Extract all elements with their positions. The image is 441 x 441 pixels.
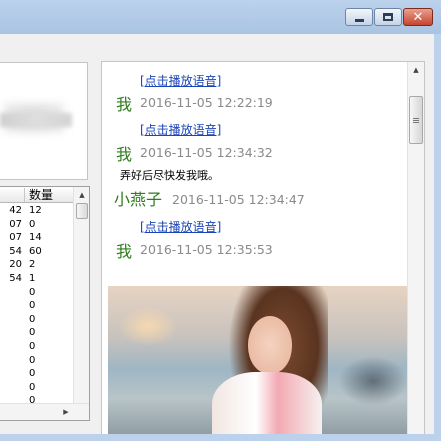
table-cell-quantity: 0 <box>29 218 36 230</box>
table-cell-quantity: 0 <box>29 327 36 339</box>
table-row[interactable]: 42 12 <box>0 204 73 218</box>
table-row[interactable]: 0 <box>0 340 73 354</box>
table-cell: 20 <box>9 259 22 271</box>
table-cell-quantity: 60 <box>29 245 42 257</box>
play-voice-link[interactable]: [点击播放语音] <box>140 121 221 138</box>
contact-profile-panel <box>0 62 88 180</box>
close-icon: ✕ <box>412 9 424 25</box>
photo-subject-body <box>212 372 322 436</box>
title-bar: ✕ <box>0 0 441 34</box>
data-grid[interactable]: 数量 42 12 07 0 07 14 54 60 20 2 54 1 0 0 0 0 0 0 0 0 0 ▲ ▶ <box>0 186 90 421</box>
table-cell-quantity: 12 <box>29 205 42 216</box>
message-photo[interactable] <box>108 286 408 436</box>
grip-icon <box>413 118 419 119</box>
table-row[interactable]: 0 <box>0 367 73 381</box>
blurred-text <box>0 113 72 127</box>
table-cell: 54 <box>9 245 22 257</box>
table-row[interactable]: 0 <box>0 286 73 300</box>
table-cell-quantity: 0 <box>29 354 36 366</box>
scrollbar-thumb[interactable] <box>76 203 88 219</box>
table-row[interactable]: 0 <box>0 381 73 395</box>
window-client-area: 数量 42 12 07 0 07 14 54 60 20 2 54 1 0 0 0 0 0 0 0 0 0 ▲ ▶ [点… <box>0 34 434 441</box>
table-row[interactable]: 0 <box>0 313 73 327</box>
table-row[interactable]: 0 <box>0 299 73 313</box>
table-row[interactable]: 0 <box>0 326 73 340</box>
scroll-up-icon[interactable]: ▲ <box>74 187 90 203</box>
table-cell: 54 <box>9 272 22 284</box>
table-row[interactable]: 20 2 <box>0 258 73 272</box>
scroll-right-icon[interactable]: ▶ <box>58 404 74 420</box>
grid-body: 42 12 07 0 07 14 54 60 20 2 54 1 0 0 0 0 0 0 0 0 0 <box>0 204 73 408</box>
chat-vertical-scrollbar[interactable]: ▲ <box>407 62 424 436</box>
table-cell-quantity: 14 <box>29 232 42 244</box>
message-timestamp: 2016-11-05 12:22:19 <box>140 95 273 110</box>
table-cell: 07 <box>9 232 22 244</box>
table-row[interactable]: 07 0 <box>0 218 73 232</box>
window-frame-right <box>434 34 441 441</box>
photo-subject-face <box>248 316 292 374</box>
message-timestamp: 2016-11-05 12:34:47 <box>172 192 305 207</box>
maximize-button[interactable] <box>374 8 402 26</box>
message-timestamp: 2016-11-05 12:35:53 <box>140 242 273 257</box>
scroll-up-icon[interactable]: ▲ <box>408 62 424 78</box>
message-text: 弄好后尽快发我哦。 <box>120 169 219 182</box>
message-sender: 我 <box>116 145 133 164</box>
table-row[interactable]: 54 1 <box>0 272 73 286</box>
photo-background <box>118 306 178 346</box>
table-cell-quantity: 0 <box>29 286 36 298</box>
photo-background <box>338 356 408 406</box>
play-voice-link[interactable]: [点击播放语音] <box>140 72 221 89</box>
table-cell-quantity: 1 <box>29 272 36 284</box>
scrollbar-thumb[interactable] <box>409 96 423 144</box>
window-frame-bottom <box>0 434 441 441</box>
table-cell-quantity: 0 <box>29 381 36 393</box>
chat-history[interactable]: [点击播放语音] 我 2016-11-05 12:22:19 [点击播放语音] … <box>101 61 425 441</box>
message-sender: 小燕子 <box>114 190 163 209</box>
minimize-button[interactable] <box>345 8 373 26</box>
table-cell-quantity: 0 <box>29 368 36 380</box>
table-cell-quantity: 0 <box>29 313 36 325</box>
close-button[interactable]: ✕ <box>403 8 433 26</box>
message-sender: 我 <box>116 95 133 114</box>
grid-header: 数量 <box>0 187 73 203</box>
maximize-icon <box>383 13 393 21</box>
column-header-quantity[interactable]: 数量 <box>29 187 53 203</box>
table-row[interactable]: 0 <box>0 354 73 368</box>
table-row[interactable]: 07 14 <box>0 231 73 245</box>
minimize-icon <box>354 18 364 22</box>
table-cell-quantity: 0 <box>29 340 36 352</box>
table-cell: 42 <box>9 205 22 216</box>
column-separator[interactable] <box>24 188 25 202</box>
table-cell-quantity: 2 <box>29 259 36 271</box>
window-caption-buttons: ✕ <box>345 8 433 26</box>
table-cell-quantity: 0 <box>29 300 36 312</box>
table-row[interactable]: 54 60 <box>0 245 73 259</box>
grid-horizontal-scrollbar[interactable]: ▶ <box>0 403 89 420</box>
table-cell: 07 <box>9 218 22 230</box>
message-sender: 我 <box>116 242 133 261</box>
play-voice-link[interactable]: [点击播放语音] <box>140 218 221 235</box>
grid-vertical-scrollbar[interactable]: ▲ <box>73 187 89 403</box>
message-timestamp: 2016-11-05 12:34:32 <box>140 145 273 160</box>
